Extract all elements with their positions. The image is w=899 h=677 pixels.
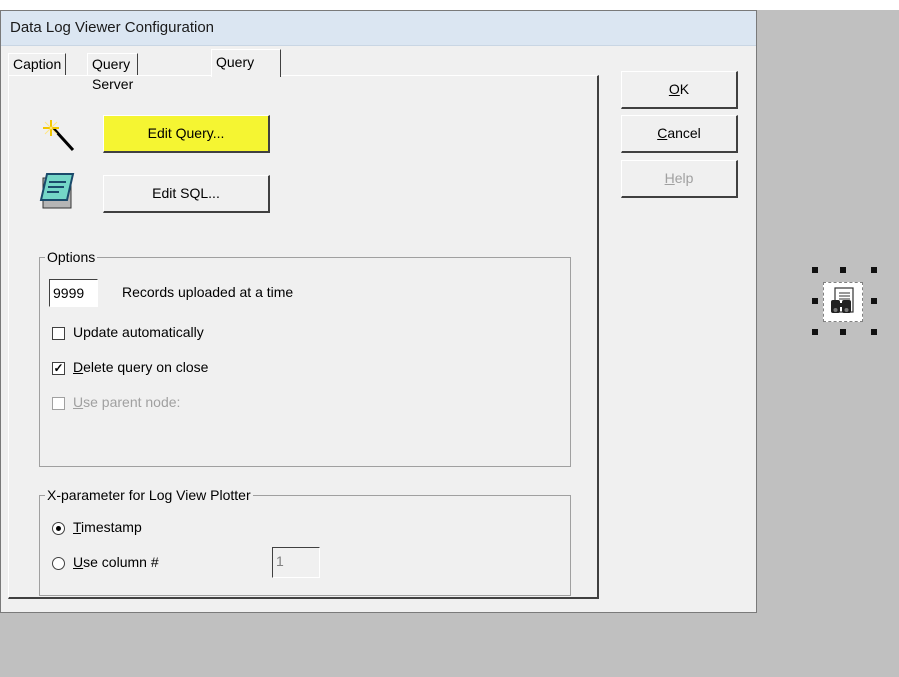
help-mnemonic: H <box>664 170 675 186</box>
ok-rest: K <box>679 81 690 97</box>
selection-handle-top-left[interactable] <box>812 267 818 273</box>
top-strip-right <box>758 0 899 10</box>
update-automatically-label[interactable]: Update automatically <box>73 324 204 340</box>
config-dialog: Data Log Viewer Configuration Caption Qu… <box>0 10 757 613</box>
selection-handle-bottom-left[interactable] <box>812 329 818 335</box>
column-number-input[interactable]: 1 <box>272 547 320 578</box>
help-rest: elp <box>674 170 694 186</box>
timestamp-radio[interactable] <box>52 522 65 535</box>
options-group: Options 9999 Records uploaded at a time … <box>39 249 571 467</box>
cancel-button[interactable]: Cancel <box>621 115 738 153</box>
records-label: Records uploaded at a time <box>122 284 294 300</box>
selection-handle-top-right[interactable] <box>871 267 877 273</box>
use-parent-node-checkbox[interactable] <box>52 397 65 410</box>
timestamp-rest: imestamp <box>81 519 142 535</box>
use-parent-node-rest: se parent node: <box>83 394 181 410</box>
delete-query-rest: elete query on close <box>83 359 209 375</box>
timestamp-mnemonic: T <box>73 519 82 535</box>
binoculars-report-icon <box>827 286 859 318</box>
records-per-upload-input[interactable]: 9999 <box>49 279 98 307</box>
edit-query-button[interactable]: Edit Query... <box>103 115 270 153</box>
options-legend: Options <box>45 249 98 265</box>
tab-query-label: Query <box>216 54 255 70</box>
edit-sql-label: Edit SQL... <box>152 185 220 201</box>
ok-button[interactable]: OK <box>621 71 738 109</box>
timestamp-label[interactable]: Timestamp <box>73 519 142 535</box>
tab-caption[interactable]: Caption <box>8 53 67 75</box>
selected-data-log-viewer-object[interactable] <box>823 282 863 322</box>
delete-query-mnemonic: D <box>73 359 84 375</box>
top-strip <box>0 0 758 10</box>
selection-handle-bottom[interactable] <box>840 329 846 335</box>
records-value: 9999 <box>53 285 85 301</box>
ok-mnemonic: O <box>668 81 680 97</box>
cancel-mnemonic: C <box>657 125 668 141</box>
selection-handle-left[interactable] <box>812 298 818 304</box>
selection-handle-bottom-right[interactable] <box>871 329 877 335</box>
delete-query-label[interactable]: Delete query on close <box>73 359 208 375</box>
use-parent-node-mnemonic: U <box>73 394 84 410</box>
use-column-label[interactable]: Use column # <box>73 554 159 570</box>
notepad-icon <box>39 168 79 212</box>
delete-query-checkbox[interactable]: ✓ <box>52 362 65 375</box>
edit-query-label: Edit Query... <box>147 125 225 141</box>
tab-query[interactable]: Query <box>211 49 281 77</box>
use-column-rest: se column # <box>83 554 159 570</box>
tab-caption-label: Caption <box>13 56 62 72</box>
edit-sql-button[interactable]: Edit SQL... <box>103 175 270 213</box>
use-parent-node-label: Use parent node: <box>73 394 180 410</box>
help-button[interactable]: Help <box>621 160 738 198</box>
query-tab-panel: Edit Query... Edit SQL... Options 9999 R… <box>8 75 599 599</box>
title-bar[interactable]: Data Log Viewer Configuration <box>1 11 756 46</box>
magic-wand-icon <box>37 116 77 156</box>
x-parameter-legend: X-parameter for Log View Plotter <box>45 487 253 503</box>
timestamp-radio-dot <box>56 526 61 531</box>
update-automatically-checkbox[interactable] <box>52 327 65 340</box>
cancel-rest: ancel <box>667 125 701 141</box>
x-parameter-group: X-parameter for Log View Plotter Timesta… <box>39 487 571 596</box>
use-column-mnemonic: U <box>73 554 84 570</box>
selection-handle-right[interactable] <box>871 298 877 304</box>
tab-query-server[interactable]: Query Server <box>87 53 139 92</box>
window-title: Data Log Viewer Configuration <box>10 19 215 36</box>
selection-handle-top[interactable] <box>840 267 846 273</box>
column-number-value: 1 <box>276 553 284 569</box>
use-column-radio[interactable] <box>52 557 65 570</box>
